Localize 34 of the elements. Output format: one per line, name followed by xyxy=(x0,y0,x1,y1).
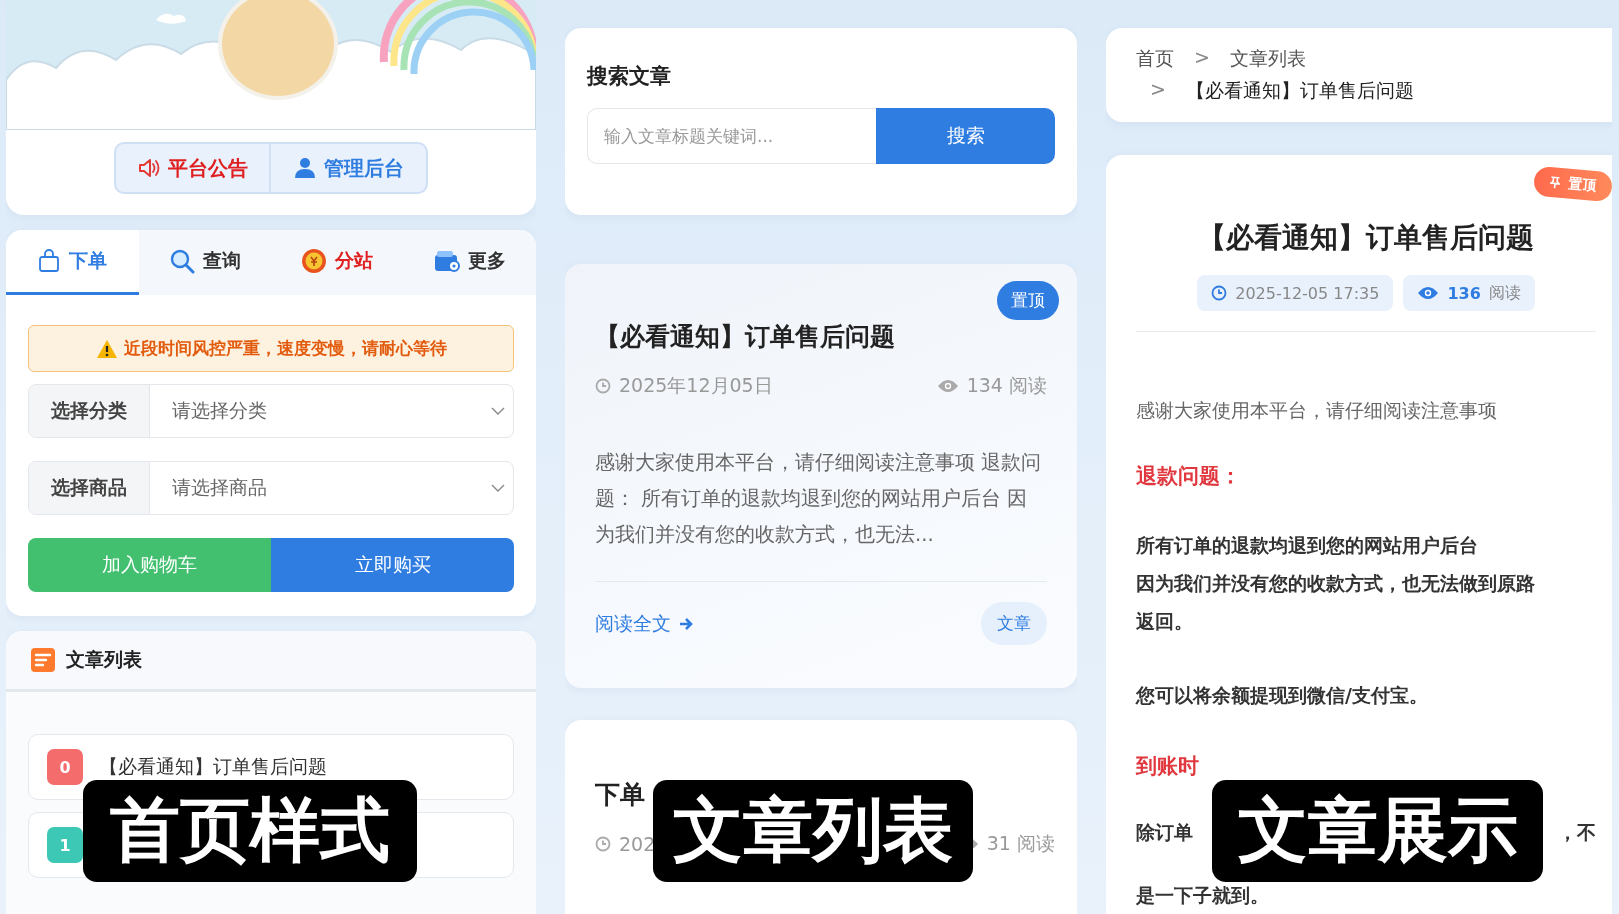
caption-toast: 文章展示 xyxy=(1212,780,1543,882)
date-text: 202 xyxy=(619,833,656,855)
paragraph-text: 您可以将余额提现到微信/支付宝。 xyxy=(1136,683,1429,708)
placeholder-text: 请选择分类 xyxy=(172,398,267,423)
section-heading: 到账时 xyxy=(1136,753,1200,780)
placeholder-text: 请选择商品 xyxy=(172,475,267,500)
rank-badge: 0 xyxy=(47,749,83,785)
date-text: 2025年12月05日 xyxy=(619,373,773,398)
date-chip: 2025-12-05 17:35 xyxy=(1197,275,1394,311)
paragraph-text: 是一下子就到。 xyxy=(1136,883,1270,908)
rank-badge: 1 xyxy=(47,827,83,863)
paragraph-text: 除订单 xyxy=(1136,820,1193,845)
caption-toast: 首页样式 xyxy=(83,780,417,882)
field-label: 选择商品 xyxy=(29,462,150,514)
breadcrumb-separator: > xyxy=(1150,78,1166,102)
field-label: 选择分类 xyxy=(29,385,150,437)
notice-text: 近段时间风控严重，速度变慢，请耐心等待 xyxy=(123,337,447,360)
paragraph-text: 所有订单的退款均退到您的网站用户后台 xyxy=(1136,533,1479,558)
section-heading: 退款问题： xyxy=(1136,463,1242,490)
list-title: 文章列表 xyxy=(66,647,142,672)
article-title: 【必看通知】订单售后问题 xyxy=(1197,220,1535,256)
article-excerpt: 感谢大家使用本平台，请仔细阅读注意事项 退款问题： 所有订单的退款均退到您的网站用户后台 因为我们并没有您的收款方式，也无法... xyxy=(595,445,1047,582)
paragraph-text: ，不 xyxy=(1558,820,1596,845)
view-count: 134 阅读 xyxy=(966,373,1047,398)
pinned-badge: 置顶 xyxy=(997,281,1059,320)
section-title: 搜索文章 xyxy=(587,63,672,90)
article-title: 【必看通知】订单售后问题 xyxy=(99,754,327,779)
breadcrumb-separator: > xyxy=(1194,46,1210,70)
views-chip: 136 阅读 xyxy=(1403,275,1535,311)
pinned-badge: 置顶 xyxy=(1532,165,1612,203)
paragraph-text: 因为我们并没有您的收款方式，也无法做到原路返回。 xyxy=(1136,571,1536,634)
view-count: 31 阅读 xyxy=(986,831,1055,856)
breadcrumb-current: 【必看通知】订单售后问题 xyxy=(1185,78,1414,103)
paragraph-text: 感谢大家使用本平台，请仔细阅读注意事项 xyxy=(1136,398,1498,423)
